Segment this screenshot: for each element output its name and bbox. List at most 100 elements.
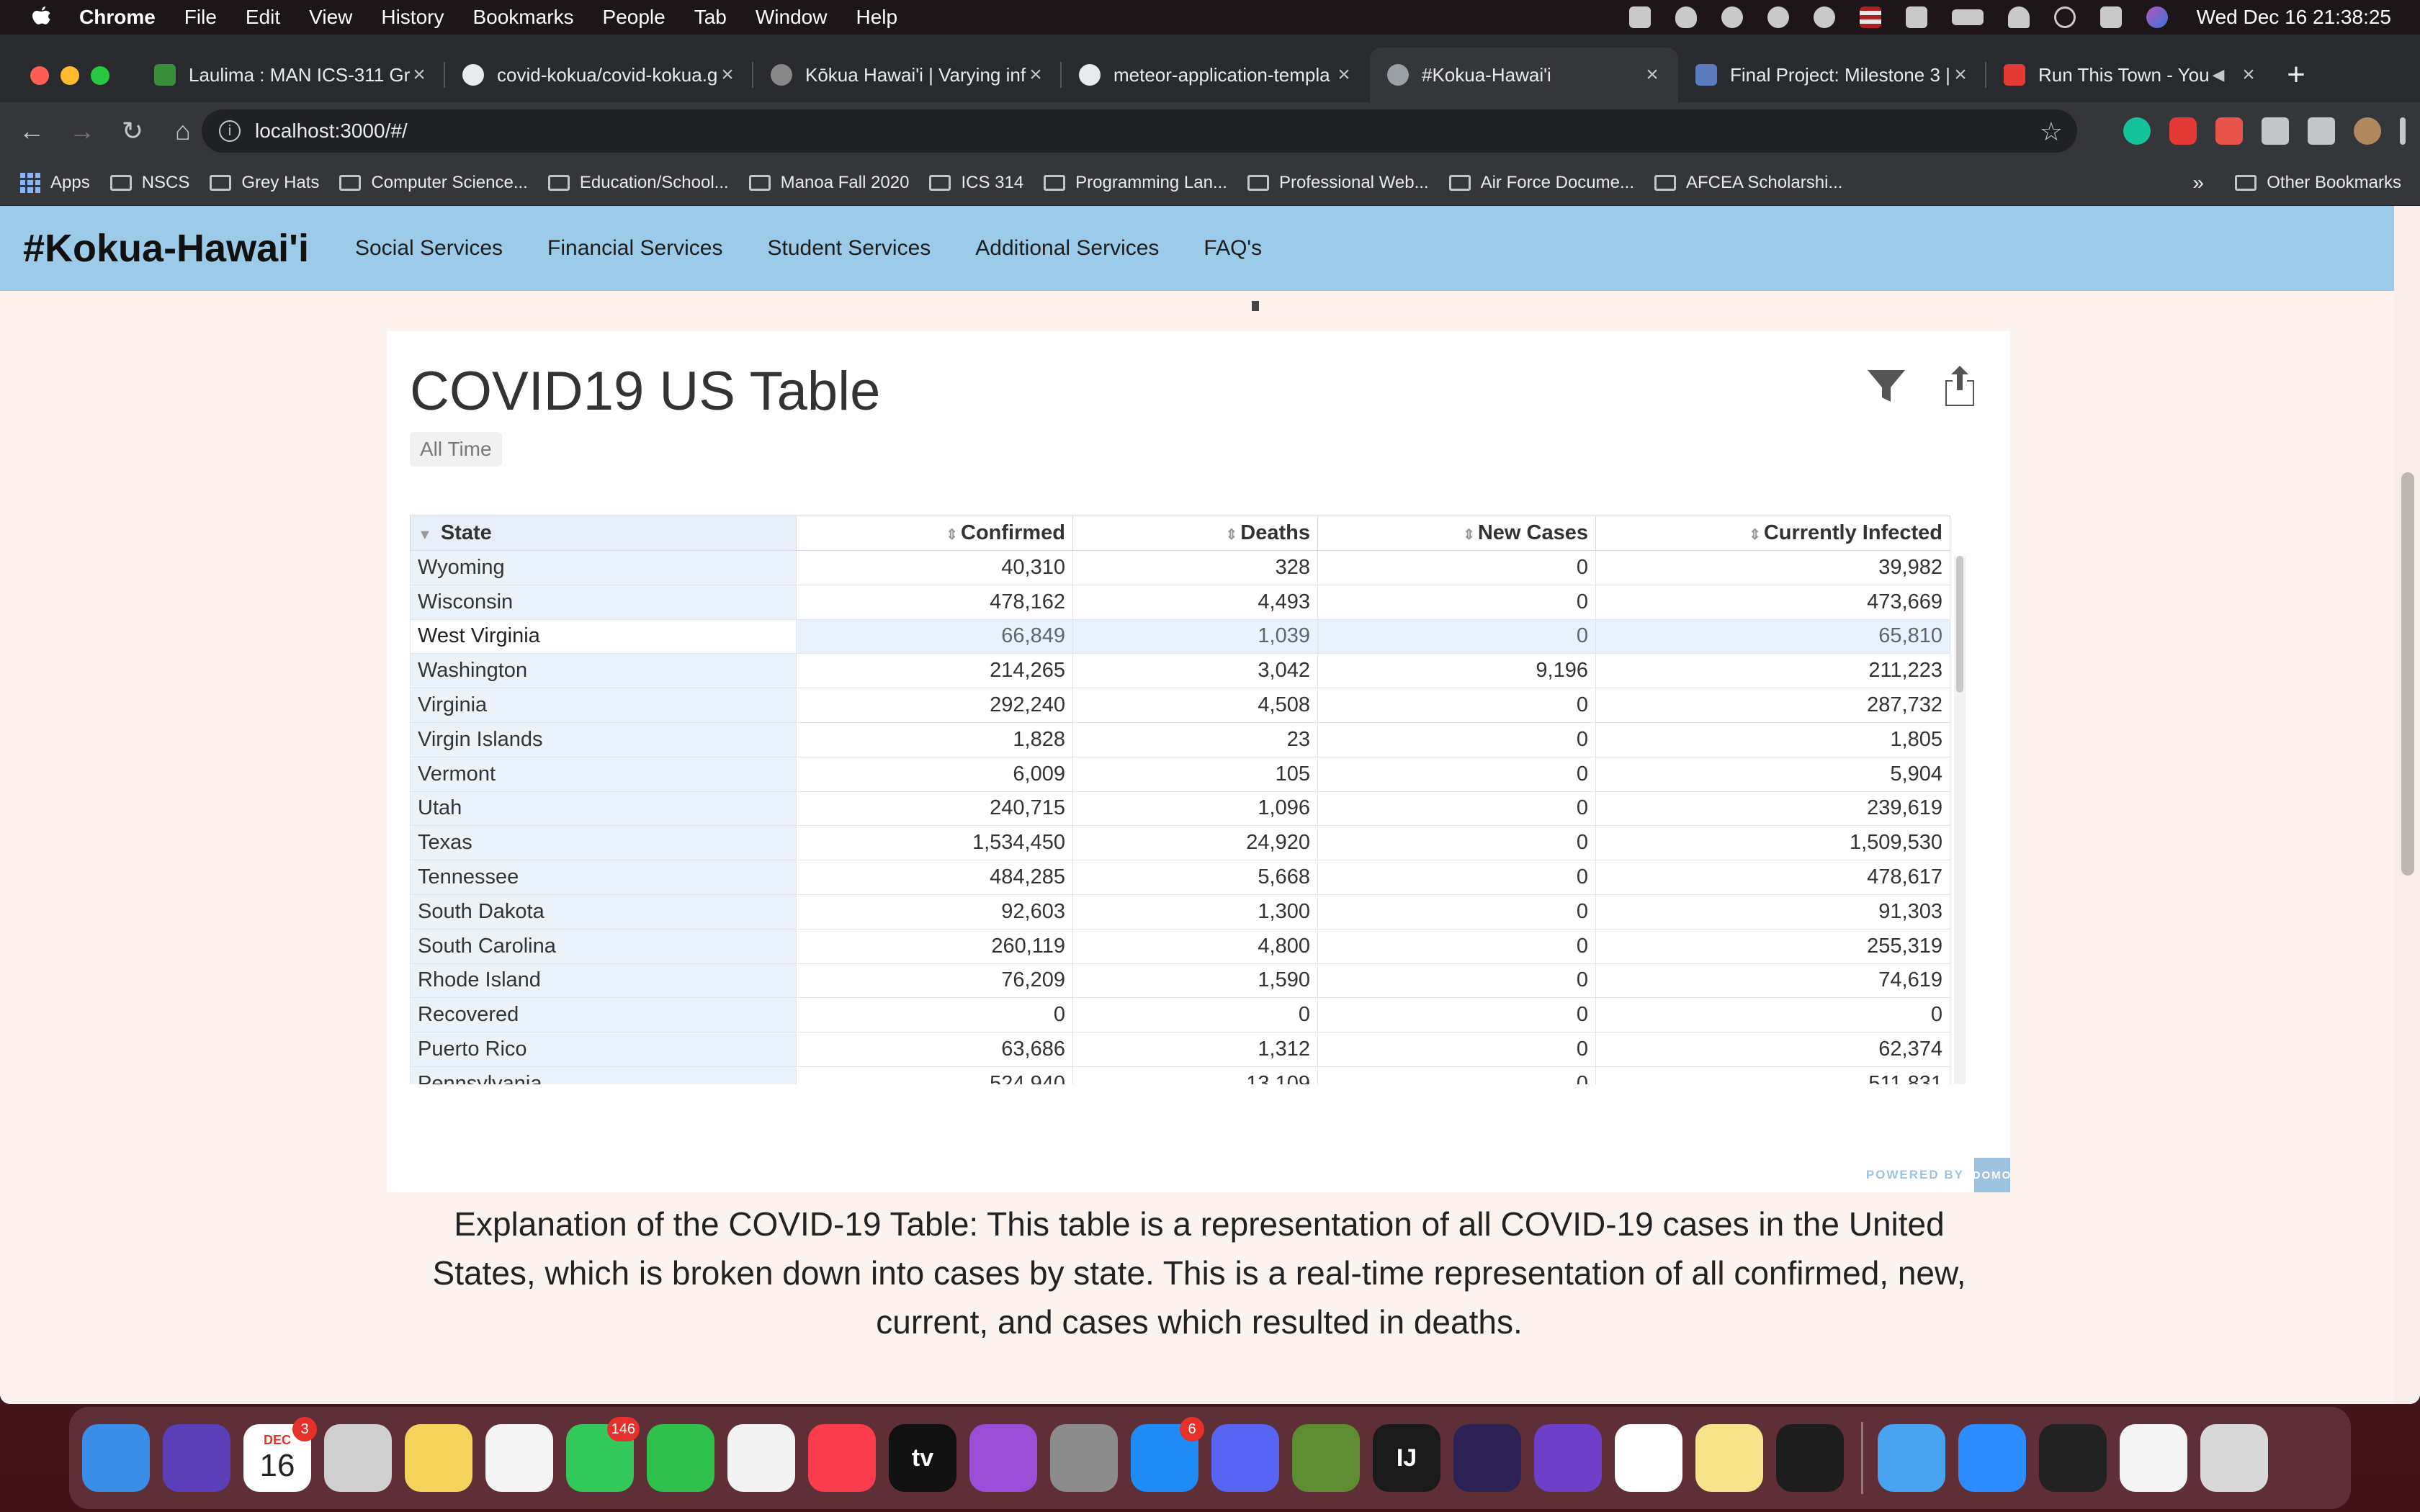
dock-minecraft-icon[interactable] — [1292, 1424, 1360, 1492]
powered-by-domo[interactable]: POWERED BY DOMO — [1866, 1158, 2010, 1192]
dock-intellij-icon[interactable]: IJ — [1373, 1424, 1440, 1492]
table-row[interactable]: Rhode Island 76,209 1,590 0 74,619 — [410, 963, 1950, 999]
dock-app-store-icon[interactable]: 6 — [1131, 1417, 1204, 1492]
menu-tab[interactable]: Tab — [694, 6, 727, 29]
close-tab-icon[interactable]: × — [2240, 63, 2257, 87]
dock-facetime-icon[interactable] — [647, 1424, 714, 1492]
dock-music-icon[interactable] — [808, 1424, 876, 1492]
bookmark-folder[interactable]: Professional Web... — [1247, 173, 1429, 193]
table-row[interactable]: Wyoming 40,310 328 0 39,982 — [410, 550, 1950, 585]
menu-history[interactable]: History — [381, 6, 444, 29]
chrome-menu-icon[interactable] — [2400, 117, 2406, 145]
new-tab-button[interactable]: + — [2275, 48, 2318, 102]
control-center-icon[interactable] — [2099, 6, 2122, 28]
bookmark-folder[interactable]: ICS 314 — [929, 173, 1023, 193]
table-row[interactable]: Virginia 292,240 4,508 0 287,732 — [410, 688, 1950, 723]
adblock-extension-icon[interactable] — [2169, 117, 2197, 145]
table-row[interactable]: West Virginia 66,849 1,039 0 65,810 — [410, 618, 1950, 654]
bookmark-folder[interactable]: Computer Science... — [339, 173, 528, 193]
nav-student-services[interactable]: Student Services — [767, 236, 931, 261]
table-row[interactable]: Washington 214,265 3,042 9,196 211,223 — [410, 653, 1950, 689]
extension-icon[interactable] — [2215, 117, 2243, 145]
dock-chrome-icon[interactable] — [727, 1424, 795, 1492]
table-scrollbar[interactable] — [1954, 556, 1966, 1084]
column-header-confirmed[interactable]: ⇕ Confirmed — [796, 516, 1073, 551]
page-scrollbar[interactable] — [2394, 206, 2420, 1404]
media-control-icon[interactable] — [2308, 117, 2335, 145]
dock-acrobat-icon[interactable] — [1776, 1424, 1844, 1492]
column-header-deaths[interactable]: ⇕ Deaths — [1072, 516, 1318, 551]
url-text[interactable]: localhost:3000/#/ — [255, 120, 408, 143]
dock-zoom-icon[interactable] — [1958, 1424, 2026, 1492]
dock-stickies-icon[interactable] — [1695, 1424, 1763, 1492]
dock-mail-icon[interactable] — [1878, 1424, 1945, 1492]
dock-eclipse-icon[interactable] — [1453, 1424, 1521, 1492]
speaker-icon[interactable]: ◀ — [2210, 66, 2227, 84]
site-info-icon[interactable]: i — [219, 120, 241, 142]
menu-edit[interactable]: Edit — [246, 6, 280, 29]
browser-tab-active[interactable]: #Kokua-Hawai'i × — [1370, 48, 1678, 102]
menu-help[interactable]: Help — [856, 6, 897, 29]
close-tab-icon[interactable]: × — [719, 63, 736, 87]
dock-textedit-icon[interactable] — [2120, 1424, 2187, 1492]
browser-tab[interactable]: covid-kokua/covid-kokua.g × — [445, 48, 753, 102]
zoom-status-icon[interactable] — [1628, 6, 1651, 28]
table-row[interactable]: Pennsylvania 524,940 13,109 0 511,831 — [410, 1066, 1950, 1084]
address-bar[interactable]: i localhost:3000/#/ ☆ — [202, 109, 2077, 153]
page-scroll-thumb[interactable] — [2401, 472, 2414, 876]
home-icon[interactable]: ⌂ — [164, 112, 202, 150]
bookmark-folder[interactable]: Grey Hats — [210, 173, 319, 193]
other-bookmarks[interactable]: Other Bookmarks — [2235, 173, 2401, 193]
siri-icon[interactable] — [2146, 6, 2168, 28]
table-row[interactable]: Vermont 6,009 105 0 5,904 — [410, 756, 1950, 792]
bookmark-folder[interactable]: NSCS — [109, 173, 189, 193]
reload-icon[interactable]: ↻ — [114, 112, 151, 150]
dock-trash-icon[interactable] — [2200, 1424, 2268, 1492]
menu-view[interactable]: View — [309, 6, 352, 29]
volume-icon[interactable] — [1905, 6, 1927, 28]
close-tab-icon[interactable]: × — [411, 63, 428, 87]
column-header-new-cases[interactable]: ⇕ New Cases — [1317, 516, 1596, 551]
pinwheel-icon[interactable] — [1767, 6, 1789, 28]
bookmark-apps[interactable]: Apps — [20, 172, 90, 193]
table-row[interactable]: Utah 240,715 1,096 0 239,619 — [410, 791, 1950, 827]
menubar-clock[interactable]: Wed Dec 16 21:38:25 — [2197, 6, 2391, 29]
us-flag-icon[interactable] — [1859, 6, 1881, 28]
menu-window[interactable]: Window — [756, 6, 828, 29]
battery-icon[interactable] — [1951, 9, 1984, 25]
column-header-currently-infected[interactable]: ⇕ Currently Infected — [1595, 516, 1950, 551]
zoom-window-button[interactable] — [91, 66, 109, 85]
wifi-icon[interactable] — [2007, 6, 2030, 28]
dock-terminal-icon[interactable] — [2039, 1424, 2107, 1492]
table-row[interactable]: South Carolina 260,119 4,800 0 255,319 — [410, 928, 1950, 964]
dock-photos-icon[interactable] — [485, 1424, 553, 1492]
browser-tab[interactable]: Final Project: Milestone 3 | × — [1678, 48, 1986, 102]
close-tab-icon[interactable]: × — [1952, 63, 1969, 87]
vpn-shield-icon[interactable] — [1675, 6, 1697, 28]
date-range-pill[interactable]: All Time — [410, 432, 502, 467]
profile-avatar[interactable] — [2354, 117, 2381, 145]
menu-bookmarks[interactable]: Bookmarks — [472, 6, 573, 29]
spotlight-search-icon[interactable] — [2053, 6, 2076, 28]
close-tab-icon[interactable]: × — [1335, 63, 1353, 87]
browser-tab[interactable]: meteor-application-templa × — [1062, 48, 1370, 102]
apple-menu-icon[interactable] — [29, 4, 55, 30]
menu-people[interactable]: People — [603, 6, 666, 29]
dock-siri-icon[interactable] — [163, 1424, 230, 1492]
minimize-window-button[interactable] — [60, 66, 79, 85]
table-row[interactable]: Texas 1,534,450 24,920 0 1,509,530 — [410, 825, 1950, 861]
dock-launchpad-icon[interactable] — [324, 1424, 392, 1492]
share-export-icon[interactable] — [1937, 363, 1983, 409]
bookmark-folder[interactable]: Air Force Docume... — [1448, 173, 1634, 193]
nav-social-services[interactable]: Social Services — [355, 236, 503, 261]
back-arrow-icon[interactable]: ← — [13, 112, 50, 150]
menu-app-name[interactable]: Chrome — [79, 6, 156, 29]
column-header-state[interactable]: ▼ State — [410, 516, 797, 551]
puzzle-extensions-icon[interactable] — [2262, 117, 2289, 145]
forward-arrow-icon[interactable]: → — [63, 112, 101, 150]
dock-messages-icon[interactable]: 146 — [566, 1417, 640, 1492]
close-tab-icon[interactable]: × — [1644, 63, 1661, 87]
bookmark-star-icon[interactable]: ☆ — [2040, 117, 2063, 147]
bookmark-folder[interactable]: AFCEA Scholarshi... — [1654, 173, 1842, 193]
dock-slack-icon[interactable] — [1615, 1424, 1682, 1492]
